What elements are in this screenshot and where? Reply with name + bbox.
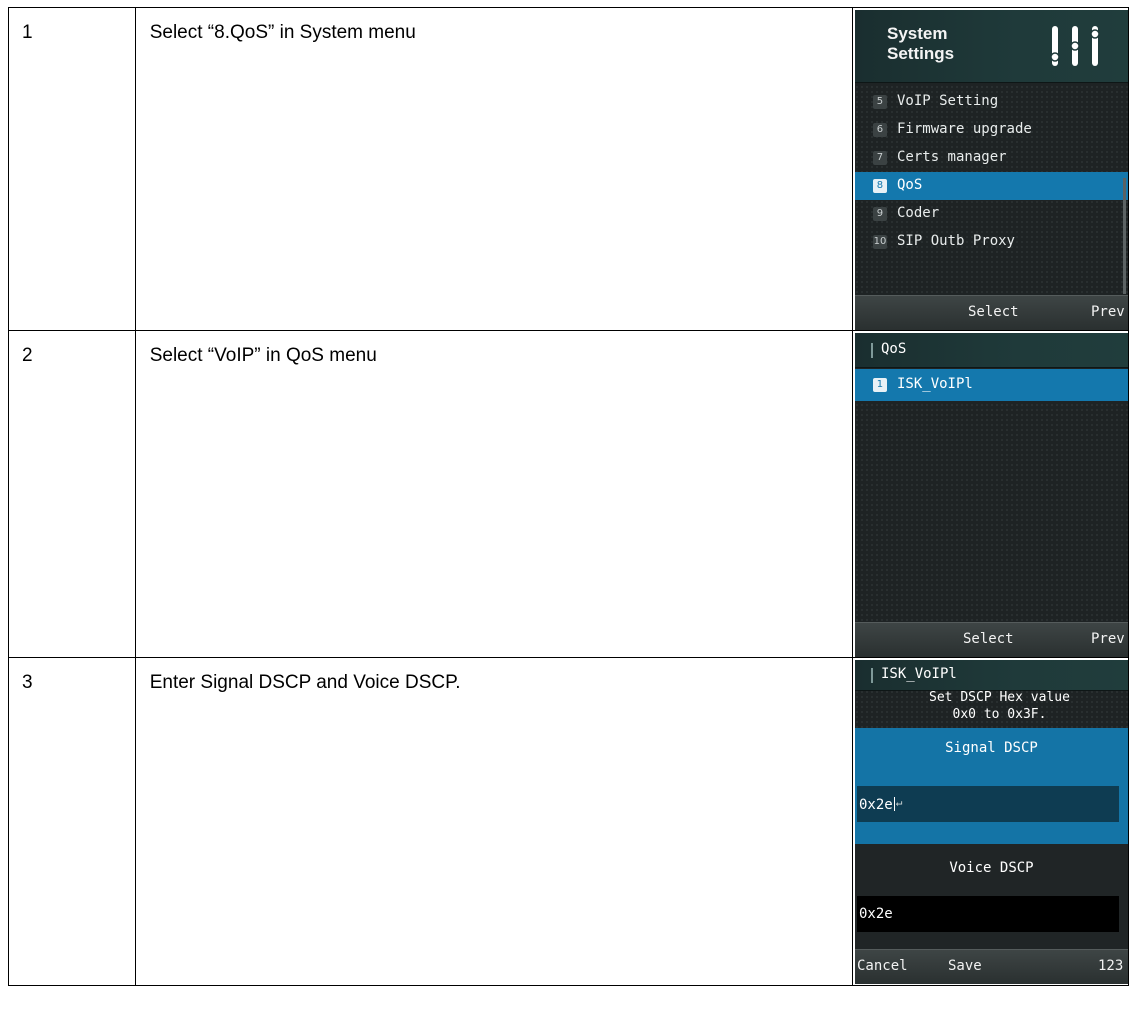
menu-item-index: 6 <box>872 123 887 137</box>
menu-item-isk-voip[interactable]: 1 ISK_VoIPl <box>854 369 1128 401</box>
header-marker <box>870 343 873 358</box>
step-number: 3 <box>22 672 33 693</box>
menu-item-sip-outb-proxy[interactable]: 10 SIP Outb Proxy <box>855 228 1128 256</box>
sliders-icon <box>1050 26 1100 66</box>
scrollbar[interactable] <box>1122 178 1126 294</box>
table-row: 2 Select “VoIP” in QoS menu QoS 1 ISK_Vo… <box>8 330 1129 658</box>
screenshot-cell: ISK_VoIPl Set DSCP Hex value 0x0 to 0x3F… <box>851 657 1129 986</box>
softkey-bar: Select Prev <box>854 295 1128 330</box>
voice-dscp-value: 0x2e <box>858 906 893 922</box>
menu-item-index: 1 <box>872 378 887 392</box>
info-line: 0x0 to 0x3F. <box>952 707 1047 722</box>
menu-item-index: 7 <box>872 151 887 165</box>
menu-item-index: 5 <box>872 95 887 109</box>
menu-item-label: Certs manager <box>896 149 1007 165</box>
header-marker <box>870 668 873 683</box>
menu-item-index: 10 <box>872 235 887 249</box>
signal-dscp-section: Signal DSCP 0x2e ↵ <box>854 728 1128 844</box>
screen-title: ISK_VoIPl <box>880 666 957 682</box>
step-number: 1 <box>22 22 33 43</box>
step-description: Enter Signal DSCP and Voice DSCP. <box>149 672 461 693</box>
system-settings-screen: System Settings 5 VoIP Setting 6 Firmwar… <box>854 10 1128 330</box>
step-number-cell: 2 <box>8 330 136 658</box>
screen-title-line1: System <box>886 24 948 43</box>
screen-title: System Settings <box>887 24 997 64</box>
screen-title-line2: Settings <box>886 44 955 63</box>
menu-item-label: Coder <box>896 205 940 221</box>
step-number: 2 <box>22 345 33 366</box>
input-mode-softkey[interactable]: 123 <box>1098 958 1123 974</box>
screen-header: ISK_VoIPl <box>854 660 1128 691</box>
menu-item-label: SIP Outb Proxy <box>896 233 1015 249</box>
select-softkey[interactable]: Select <box>963 631 1014 647</box>
voice-dscp-section: Voice DSCP 0x2e <box>854 844 1128 950</box>
menu-item-label: Firmware upgrade <box>896 121 1032 137</box>
step-description: Select “8.QoS” in System menu <box>149 22 416 43</box>
voice-dscp-input[interactable]: 0x2e <box>856 896 1119 932</box>
step-description-cell: Select “VoIP” in QoS menu <box>134 330 853 658</box>
menu-item-index: 8 <box>872 179 887 193</box>
menu-item-label: ISK_VoIPl <box>896 376 973 392</box>
step-description: Select “VoIP” in QoS menu <box>149 345 377 366</box>
menu-item-voip-setting[interactable]: 5 VoIP Setting <box>855 88 1128 116</box>
menu-item-qos[interactable]: 8 QoS <box>854 172 1128 200</box>
select-softkey[interactable]: Select <box>968 304 1019 320</box>
steps-table: 1 Select “8.QoS” in System menu System S… <box>8 7 1129 986</box>
menu-item-index: 9 <box>872 207 887 221</box>
menu-item-firmware-upgrade[interactable]: 6 Firmware upgrade <box>855 116 1128 144</box>
screenshot-cell: QoS 1 ISK_VoIPl Select Prev <box>851 330 1129 658</box>
prev-softkey[interactable]: Prev <box>1091 631 1125 647</box>
screen-header: QoS <box>854 333 1128 368</box>
menu-item-coder[interactable]: 9 Coder <box>855 200 1128 228</box>
signal-dscp-input[interactable]: 0x2e ↵ <box>856 786 1119 822</box>
screenshot-cell: System Settings 5 VoIP Setting 6 Firmwar… <box>851 7 1129 331</box>
step-description-cell: Select “8.QoS” in System menu <box>134 7 853 331</box>
softkey-bar: Cancel Save 123 <box>854 949 1128 984</box>
qos-screen: QoS 1 ISK_VoIPl Select Prev <box>854 333 1128 657</box>
prev-softkey[interactable]: Prev <box>1091 304 1125 320</box>
menu-item-certs-manager[interactable]: 7 Certs manager <box>855 144 1128 172</box>
menu-item-label: VoIP Setting <box>896 93 999 109</box>
step-number-cell: 3 <box>8 657 136 986</box>
voice-dscp-label: Voice DSCP <box>949 860 1034 876</box>
screen-header: System Settings <box>854 10 1128 83</box>
step-number-cell: 1 <box>8 7 136 331</box>
signal-dscp-value: 0x2e ↵ <box>858 796 903 813</box>
menu-item-label: QoS <box>896 177 923 193</box>
table-row: 1 Select “8.QoS” in System menu System S… <box>8 7 1129 331</box>
table-row: 3 Enter Signal DSCP and Voice DSCP. ISK_… <box>8 657 1129 986</box>
signal-dscp-label: Signal DSCP <box>945 740 1038 756</box>
softkey-bar: Select Prev <box>854 622 1128 657</box>
cancel-softkey[interactable]: Cancel <box>857 958 908 974</box>
screen-title: QoS <box>880 341 907 357</box>
save-softkey[interactable]: Save <box>948 958 982 974</box>
info-line: Set DSCP Hex value <box>929 690 1070 705</box>
step-description-cell: Enter Signal DSCP and Voice DSCP. <box>134 657 853 986</box>
dscp-edit-screen: ISK_VoIPl Set DSCP Hex value 0x0 to 0x3F… <box>854 660 1128 984</box>
